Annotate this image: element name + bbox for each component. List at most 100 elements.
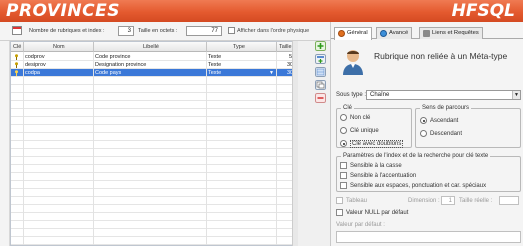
- row-label: Designation province: [95, 62, 147, 68]
- table-row-empty[interactable]: [11, 181, 297, 189]
- field-properties-pane: Général Avancé Liens et Requêtes Rubriqu…: [330, 22, 523, 246]
- case-sensitive-checkbox[interactable]: [340, 162, 347, 169]
- table-row-selected[interactable]: codpa Code pays Texte ▼ 30: [11, 69, 297, 77]
- case-sensitive-label: Sensible à la casse: [350, 163, 402, 169]
- window-header: PROVINCES HFSQL: [0, 0, 523, 22]
- grid-scrollbar[interactable]: [292, 41, 298, 246]
- real-size-input[interactable]: [499, 196, 519, 205]
- table-row-empty[interactable]: [11, 101, 297, 109]
- sort-direction-title: Sens de parcours: [420, 105, 472, 111]
- table-row-empty[interactable]: [11, 109, 297, 117]
- radio-descending[interactable]: [420, 130, 427, 137]
- tab-general-label: Général: [347, 30, 368, 36]
- radio-duplicate-key[interactable]: [340, 140, 347, 147]
- table-icon[interactable]: [12, 26, 22, 35]
- field-metatype-title: Rubrique non reliée à un Méta-type: [374, 51, 508, 61]
- import-field-icon[interactable]: [315, 67, 326, 77]
- row-name: codprov: [25, 54, 45, 60]
- insert-field-icon[interactable]: [315, 54, 326, 64]
- grid-header: Clé Nom Libellé Type Taille: [11, 42, 297, 52]
- table-row-empty[interactable]: [11, 173, 297, 181]
- key-group-title: Clé: [341, 105, 355, 111]
- row-type: Texte: [208, 70, 222, 76]
- sort-direction-group: Sens de parcours Ascendant Descendant: [415, 105, 521, 148]
- col-type-header[interactable]: Type: [233, 44, 245, 50]
- advanced-icon: [380, 30, 387, 37]
- null-default-checkbox[interactable]: [336, 209, 343, 216]
- row-label: Code province: [95, 54, 131, 60]
- table-row-empty[interactable]: [11, 197, 297, 205]
- radio-not-key[interactable]: [340, 114, 347, 121]
- key-icon: [15, 62, 18, 68]
- radio-ascending-label: Ascendant: [430, 118, 459, 124]
- physical-order-label: Afficher dans l'ordre physique: [237, 28, 310, 34]
- table-row[interactable]: codprov Code province Texte 5: [11, 53, 297, 61]
- fields-grid: Clé Nom Libellé Type Taille codprov Code…: [10, 41, 298, 246]
- table-row-empty[interactable]: [11, 157, 297, 165]
- table-row-empty[interactable]: [11, 149, 297, 157]
- row-type: Texte: [208, 62, 222, 68]
- add-field-icon[interactable]: [315, 41, 326, 51]
- default-value-label: Valeur par défaut :: [336, 222, 385, 228]
- file-title: PROVINCES: [6, 1, 120, 21]
- physical-order-checkbox[interactable]: [228, 27, 235, 34]
- properties-tabs: Général Avancé Liens et Requêtes: [331, 27, 523, 40]
- table-row-empty[interactable]: [11, 85, 297, 93]
- links-icon: [423, 30, 430, 37]
- delete-field-icon[interactable]: [315, 93, 326, 103]
- accent-sensitive-checkbox[interactable]: [340, 172, 347, 179]
- chevron-down-icon: ▼: [512, 91, 520, 99]
- radio-ascending[interactable]: [420, 117, 427, 124]
- space-sensitive-label: Sensible aux espaces, ponctuation et car…: [350, 183, 487, 189]
- col-label-header[interactable]: Libellé: [143, 44, 159, 50]
- key-group: Clé Non clé Clé unique Clé avec doublons: [336, 105, 412, 148]
- table-row-empty[interactable]: [11, 205, 297, 213]
- col-key-header[interactable]: Clé: [13, 44, 21, 50]
- table-row-empty[interactable]: [11, 165, 297, 173]
- field-count-input[interactable]: 3: [118, 26, 134, 36]
- grid-actions: [300, 41, 330, 246]
- row-label: Code pays: [95, 70, 122, 76]
- table-row-empty[interactable]: [11, 221, 297, 229]
- radio-unique-key[interactable]: [340, 127, 347, 134]
- table-row-empty[interactable]: [11, 141, 297, 149]
- table-row-empty[interactable]: [11, 117, 297, 125]
- table-row-empty[interactable]: [11, 237, 297, 245]
- user-avatar-icon: [343, 50, 363, 75]
- dimension-label: Dimension :: [408, 198, 440, 204]
- default-value-input[interactable]: [336, 231, 521, 243]
- dimension-input[interactable]: 1: [441, 196, 455, 205]
- dimension-value: 1: [448, 198, 452, 204]
- radio-not-key-label: Non clé: [350, 115, 371, 121]
- null-default-label: Valeur NULL par défaut: [346, 210, 409, 216]
- accent-sensitive-label: Sensible à l'accentuation: [350, 173, 417, 179]
- space-sensitive-checkbox[interactable]: [340, 182, 347, 189]
- tab-general[interactable]: Général: [334, 27, 372, 40]
- field-count-label: Nombre de rubriques et index :: [29, 28, 105, 34]
- tab-links-queries[interactable]: Liens et Requêtes: [419, 27, 483, 39]
- tab-advanced-label: Avancé: [389, 30, 409, 36]
- table-row[interactable]: desiprov Designation province Texte 30: [11, 61, 297, 69]
- table-row-empty[interactable]: [11, 189, 297, 197]
- table-row-empty[interactable]: [11, 77, 297, 85]
- table-row-empty[interactable]: [11, 229, 297, 237]
- subtype-select[interactable]: Chaîne ▼: [366, 90, 521, 100]
- array-label: Tableau: [346, 198, 368, 204]
- col-name-header[interactable]: Nom: [53, 44, 65, 50]
- copy-field-icon[interactable]: [315, 80, 326, 90]
- array-checkbox[interactable]: [336, 197, 343, 204]
- tab-links-label: Liens et Requêtes: [432, 30, 479, 36]
- size-input[interactable]: 77: [186, 26, 222, 36]
- radio-descending-label: Descendant: [430, 131, 463, 137]
- table-row-empty[interactable]: [11, 125, 297, 133]
- table-row-empty[interactable]: [11, 213, 297, 221]
- type-dropdown-arrow-icon[interactable]: ▼: [269, 70, 274, 76]
- col-size-header[interactable]: Taille: [279, 44, 292, 50]
- tab-advanced[interactable]: Avancé: [376, 27, 413, 39]
- table-row-empty[interactable]: [11, 133, 297, 141]
- database-type: HFSQL: [451, 1, 515, 21]
- index-search-group: Paramètres de l'index et de la recherche…: [336, 153, 521, 192]
- table-row-empty[interactable]: [11, 93, 297, 101]
- key-icon: [15, 54, 18, 60]
- field-toolbar: Nombre de rubriques et index : 3 Taille …: [0, 22, 330, 41]
